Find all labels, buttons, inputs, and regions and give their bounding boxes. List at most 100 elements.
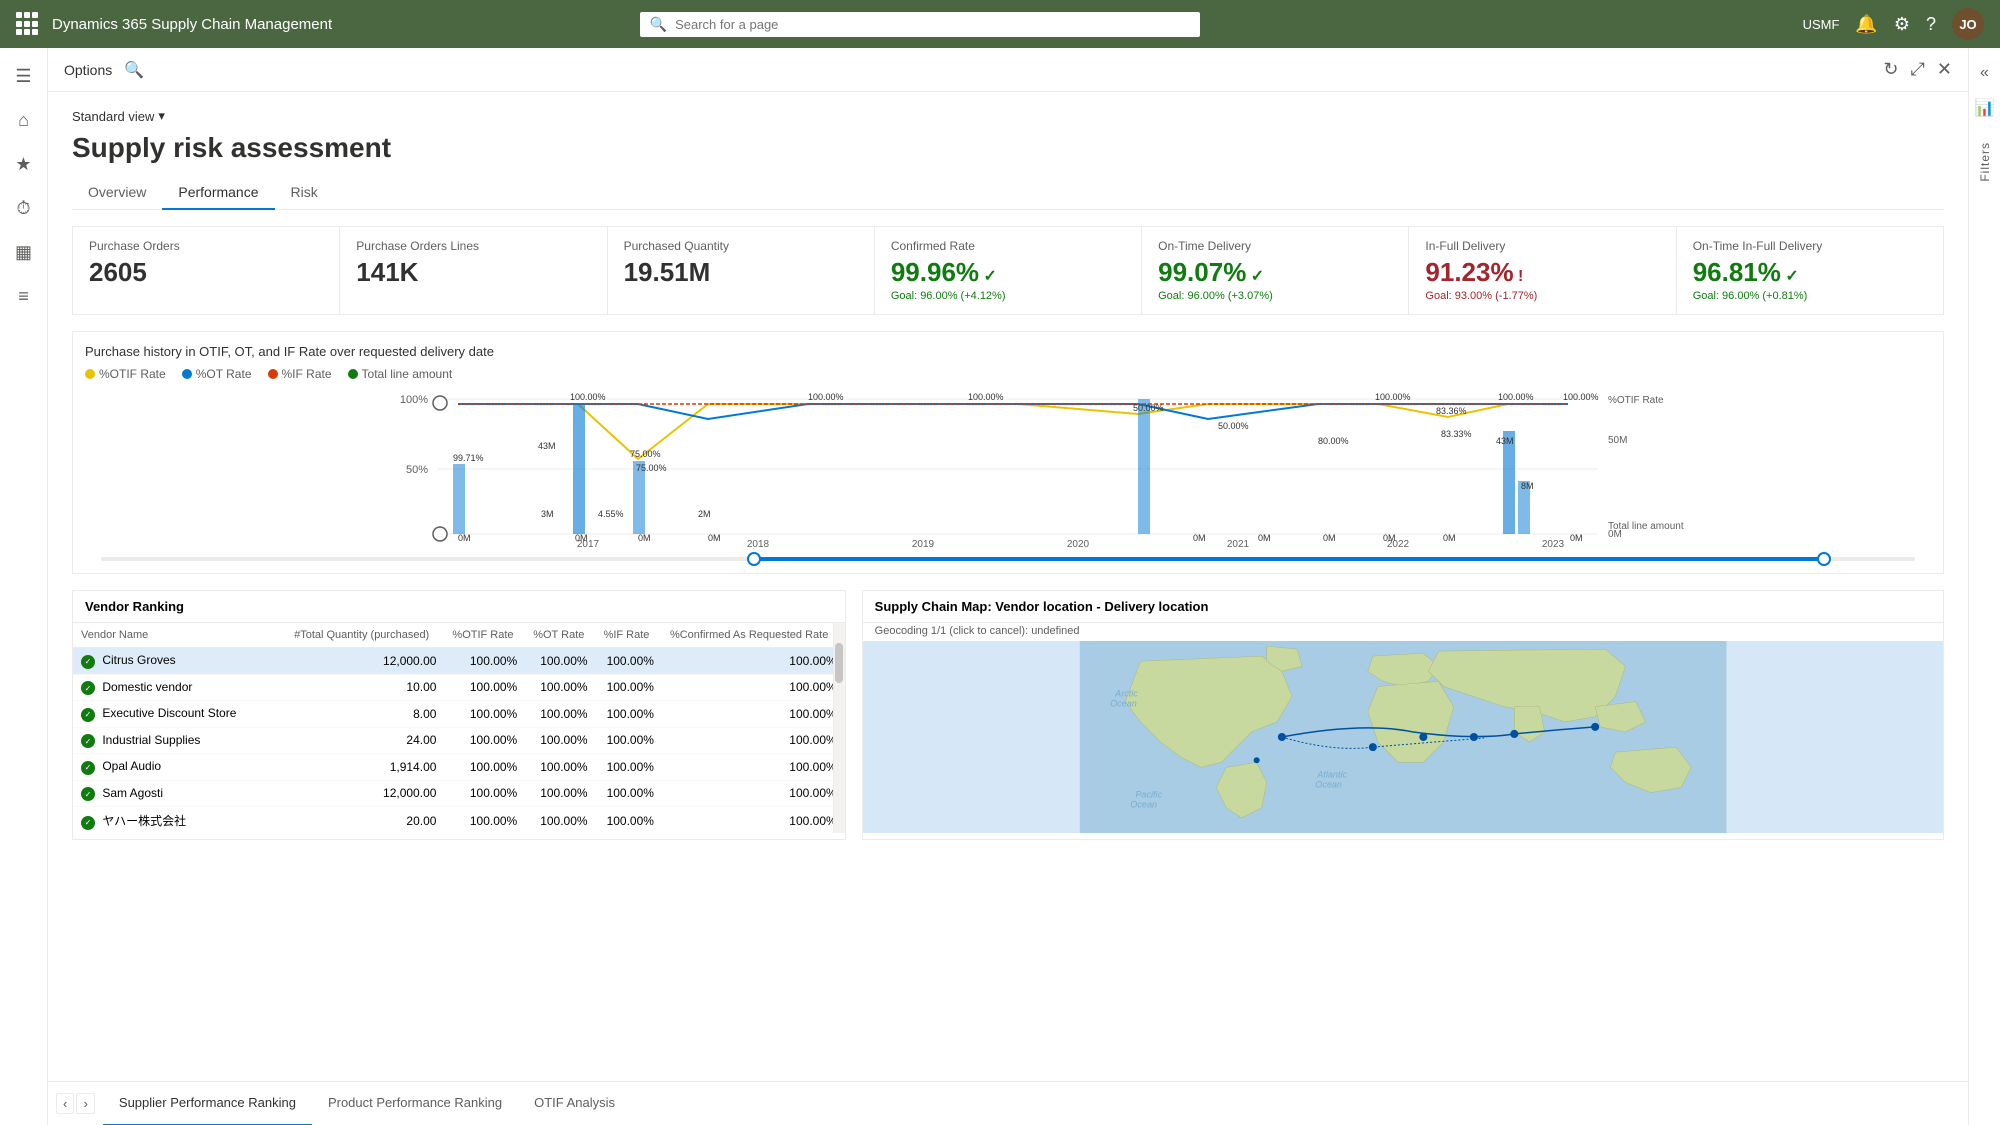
vendor-ot-cell: 100.00% bbox=[525, 780, 595, 807]
search-input[interactable] bbox=[675, 17, 1190, 32]
options-bar: Options 🔍 ↻ ⤢ ✕ bbox=[48, 48, 1968, 92]
svg-text:100.00%: 100.00% bbox=[968, 392, 1004, 402]
panel-collapse-icon[interactable]: « bbox=[1972, 56, 1997, 90]
slider-thumb-right[interactable] bbox=[1817, 552, 1831, 566]
help-icon[interactable]: ? bbox=[1926, 14, 1936, 35]
svg-text:0M: 0M bbox=[1608, 529, 1622, 540]
vendor-conf-cell: 100.00% bbox=[662, 648, 845, 675]
table-row[interactable]: ✓ ヤハー株式会社 20.00 100.00% 100.00% 100.00% … bbox=[73, 807, 845, 834]
search-bar[interactable]: 🔍 bbox=[640, 12, 1200, 37]
col-total-qty[interactable]: #Total Quantity (purchased) bbox=[286, 623, 444, 648]
table-row[interactable]: ✓ Domestic vendor 10.00 100.00% 100.00% … bbox=[73, 674, 845, 701]
svg-text:100.00%: 100.00% bbox=[1498, 392, 1534, 402]
vendor-status-icon: ✓ bbox=[81, 708, 95, 722]
chart-title: Purchase history in OTIF, OT, and IF Rat… bbox=[85, 344, 1931, 359]
bottom-tab-otif[interactable]: OTIF Analysis bbox=[518, 1082, 631, 1125]
bottom-tab-product[interactable]: Product Performance Ranking bbox=[312, 1082, 518, 1125]
vendor-name-cell: ✓ Executive Discount Store bbox=[73, 701, 286, 728]
legend-otif-dot bbox=[85, 369, 95, 379]
sidebar-icon-recent[interactable]: ⏱ bbox=[4, 188, 44, 228]
vendor-ot-cell: 100.00% bbox=[525, 727, 595, 754]
map-title: Supply Chain Map: Vendor location - Deli… bbox=[863, 591, 1943, 623]
chart-svg: 100% 50% %OTIF Rate Total line amount 50… bbox=[85, 389, 1931, 549]
table-row[interactable]: ✓ Executive Discount Store 8.00 100.00% … bbox=[73, 701, 845, 728]
chart-icon[interactable]: 📊 bbox=[1967, 90, 2000, 126]
search-icon: 🔍 bbox=[650, 16, 667, 33]
tab-overview[interactable]: Overview bbox=[72, 176, 162, 210]
top-nav-right: USMF 🔔 ⚙ ? JO bbox=[1803, 8, 1984, 40]
vendor-conf-cell: 100.00% bbox=[662, 780, 845, 807]
slider-track bbox=[101, 557, 1915, 561]
chart-slider[interactable] bbox=[85, 557, 1931, 561]
svg-text:43M: 43M bbox=[1496, 436, 1514, 446]
right-panel: « 📊 Filters bbox=[1968, 48, 2000, 1125]
settings-icon[interactable]: ⚙ bbox=[1894, 14, 1910, 35]
legend-total-dot bbox=[348, 369, 358, 379]
user-avatar[interactable]: JO bbox=[1952, 8, 1984, 40]
options-right: ↻ ⤢ ✕ bbox=[1883, 59, 1952, 80]
vendor-otif-cell: 100.00% bbox=[444, 727, 525, 754]
slider-thumb-left[interactable] bbox=[747, 552, 761, 566]
svg-text:50.00%: 50.00% bbox=[1218, 421, 1249, 431]
top-navigation: Dynamics 365 Supply Chain Management 🔍 U… bbox=[0, 0, 2000, 48]
chart-legend: %OTIF Rate %OT Rate %IF Rate Total line … bbox=[85, 367, 1931, 381]
table-row[interactable]: ✓ Opal Audio 1,914.00 100.00% 100.00% 10… bbox=[73, 754, 845, 781]
chart-container[interactable]: 100% 50% %OTIF Rate Total line amount 50… bbox=[85, 389, 1931, 549]
col-ot-rate: %OT Rate bbox=[525, 623, 595, 648]
table-row[interactable]: ✓ Industrial Supplies 24.00 100.00% 100.… bbox=[73, 727, 845, 754]
kpi-in-full-delivery: In-Full Delivery 91.23% ! Goal: 93.00% (… bbox=[1409, 227, 1676, 314]
sidebar-icon-workspaces[interactable]: ▦ bbox=[4, 232, 44, 272]
svg-text:99.71%: 99.71% bbox=[453, 453, 484, 463]
svg-text:2018: 2018 bbox=[747, 539, 770, 549]
legend-total-label: Total line amount bbox=[362, 367, 453, 381]
refresh-icon[interactable]: ↻ bbox=[1883, 59, 1898, 80]
vendor-if-cell: 100.00% bbox=[596, 807, 662, 834]
kpi-purchase-orders: Purchase Orders 2605 bbox=[73, 227, 340, 314]
bottom-tab-supplier[interactable]: Supplier Performance Ranking bbox=[103, 1082, 312, 1125]
legend-ot: %OT Rate bbox=[182, 367, 252, 381]
map-subtitle[interactable]: Geocoding 1/1 (click to cancel): undefin… bbox=[863, 623, 1943, 641]
scroll-indicator[interactable] bbox=[833, 623, 845, 833]
page-title: Supply risk assessment bbox=[72, 132, 1944, 164]
svg-text:0M: 0M bbox=[1323, 533, 1336, 543]
sidebar-icon-modules[interactable]: ≡ bbox=[4, 276, 44, 316]
close-icon[interactable]: ✕ bbox=[1937, 59, 1952, 80]
page-content: Standard view ▾ Supply risk assessment O… bbox=[48, 92, 1968, 1081]
table-row[interactable]: ✓ Citrus Groves 12,000.00 100.00% 100.00… bbox=[73, 648, 845, 675]
svg-text:100.00%: 100.00% bbox=[1375, 392, 1411, 402]
vendor-otif-cell: 100.00% bbox=[444, 754, 525, 781]
scroll-thumb bbox=[835, 643, 843, 683]
apps-grid-icon[interactable] bbox=[16, 12, 40, 36]
map-container[interactable]: Pacific Ocean Arctic Ocean Atlantic Ocea… bbox=[863, 641, 1943, 833]
legend-otif: %OTIF Rate bbox=[85, 367, 166, 381]
svg-text:100%: 100% bbox=[400, 394, 428, 406]
legend-ot-dot bbox=[182, 369, 192, 379]
vendor-status-icon: ✓ bbox=[81, 734, 95, 748]
col-otif-rate: %OTIF Rate bbox=[444, 623, 525, 648]
sidebar-icon-collapse[interactable]: ☰ bbox=[4, 56, 44, 96]
svg-text:83.33%: 83.33% bbox=[1441, 429, 1472, 439]
vendor-if-cell: 100.00% bbox=[596, 701, 662, 728]
svg-text:75.00%: 75.00% bbox=[630, 449, 661, 459]
notifications-icon[interactable]: 🔔 bbox=[1855, 14, 1877, 35]
options-label: Options bbox=[64, 62, 112, 78]
vendor-name-cell: ✓ ヤハー株式会社 bbox=[73, 807, 286, 834]
table-row[interactable]: ✓ Sam Agosti 12,000.00 100.00% 100.00% 1… bbox=[73, 780, 845, 807]
vendor-if-cell: 100.00% bbox=[596, 754, 662, 781]
view-selector[interactable]: Standard view ▾ bbox=[72, 108, 1944, 124]
kpi-on-time-delivery: On-Time Delivery 99.07% ✓ Goal: 96.00% (… bbox=[1142, 227, 1409, 314]
page-tabs: Overview Performance Risk bbox=[72, 176, 1944, 210]
vendor-ranking-title: Vendor Ranking bbox=[73, 591, 845, 623]
vendor-otif-cell: 100.00% bbox=[444, 701, 525, 728]
tab-prev-button[interactable]: ‹ bbox=[56, 1093, 74, 1114]
svg-text:2020: 2020 bbox=[1067, 539, 1090, 549]
options-search-icon[interactable]: 🔍 bbox=[124, 60, 144, 80]
vendor-if-cell: 100.00% bbox=[596, 674, 662, 701]
sidebar-icon-favorites[interactable]: ★ bbox=[4, 144, 44, 184]
tab-next-button[interactable]: › bbox=[76, 1093, 94, 1114]
sidebar-icon-home[interactable]: ⌂ bbox=[4, 100, 44, 140]
tab-risk[interactable]: Risk bbox=[275, 176, 334, 210]
vendor-qty-cell: 20.00 bbox=[286, 807, 444, 834]
tab-performance[interactable]: Performance bbox=[162, 176, 274, 210]
expand-icon[interactable]: ⤢ bbox=[1911, 59, 1925, 80]
